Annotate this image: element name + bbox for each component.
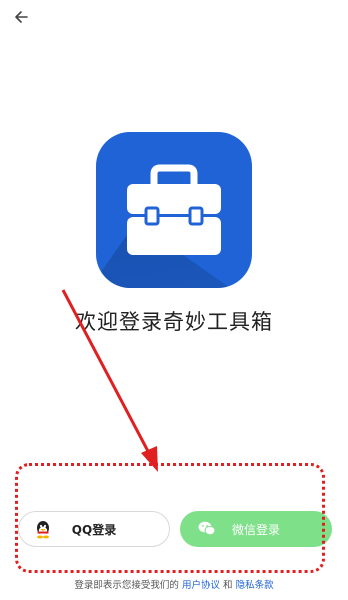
toolbox-icon (127, 164, 221, 255)
back-button[interactable] (10, 6, 32, 28)
user-agreement-link[interactable]: 用户协议 (182, 580, 220, 591)
qq-login-button[interactable]: QQ登录 (18, 511, 170, 547)
qq-login-label: QQ登录 (71, 522, 117, 537)
annotation-arrow (61, 289, 158, 472)
welcome-title: 欢迎登录奇妙工具箱 (75, 310, 273, 334)
privacy-policy-link[interactable]: 隐私条款 (236, 580, 274, 591)
wechat-login-label: 微信登录 (231, 523, 280, 537)
arrow-left-icon (15, 11, 28, 23)
app-logo (96, 132, 252, 288)
agreement-text: 登录即表示您接受我们的 用户协议 和 隐私条款 (74, 580, 274, 591)
wechat-login-button[interactable]: 微信登录 (180, 511, 332, 547)
